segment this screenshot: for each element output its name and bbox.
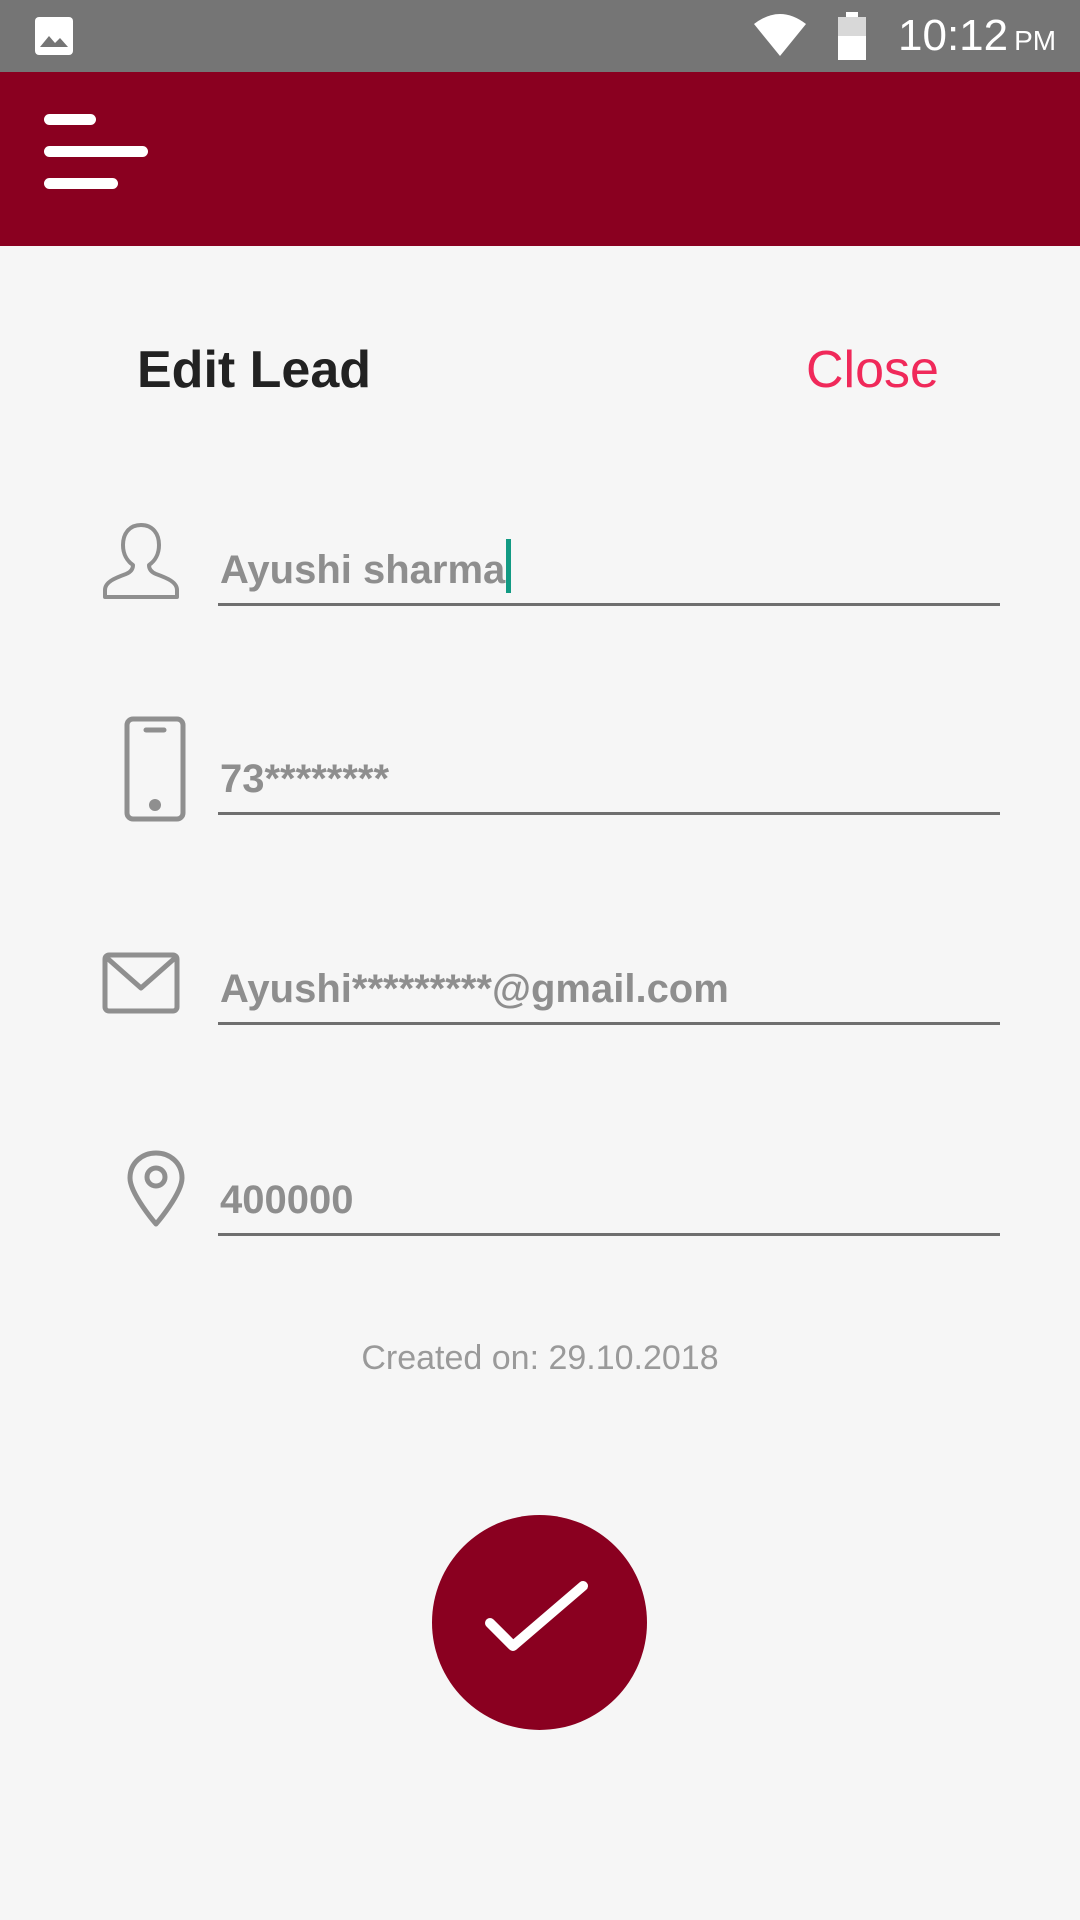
location-pin-icon	[127, 1150, 185, 1227]
phone-icon	[124, 716, 186, 822]
phone-field-value: 73********	[220, 757, 390, 801]
status-time-ampm: PM	[1014, 25, 1057, 56]
person-icon	[103, 523, 179, 599]
pincode-field-value: 400000	[220, 1178, 354, 1222]
name-field[interactable]: Ayushi sharma	[218, 536, 1000, 606]
phone-field[interactable]: 73********	[218, 745, 1000, 815]
pincode-field[interactable]: 400000	[218, 1166, 1000, 1236]
email-field[interactable]: Ayushi*********@gmail.com	[218, 955, 1000, 1025]
checkmark-icon	[485, 1581, 588, 1651]
name-field-value: Ayushi sharma	[220, 539, 512, 595]
app-bar	[0, 72, 1080, 246]
wifi-icon	[754, 14, 806, 56]
status-time-value: 10:12	[898, 11, 1009, 60]
menu-button[interactable]	[40, 114, 150, 198]
mail-icon	[102, 952, 180, 1014]
created-on-label: Created on: 29.10.2018	[361, 1339, 719, 1377]
text-cursor	[506, 539, 512, 593]
gallery-icon	[35, 17, 73, 55]
save-button[interactable]	[432, 1515, 647, 1730]
name-value-text: Ayushi sharma	[220, 548, 506, 592]
page-title: Edit Lead	[137, 341, 372, 399]
battery-icon	[838, 12, 866, 60]
close-button[interactable]: Close	[806, 338, 939, 402]
status-bar: 10:12 PM	[0, 0, 1080, 72]
email-field-value: Ayushi*********@gmail.com	[220, 967, 729, 1011]
status-time: 10:12 PM	[898, 10, 1056, 62]
